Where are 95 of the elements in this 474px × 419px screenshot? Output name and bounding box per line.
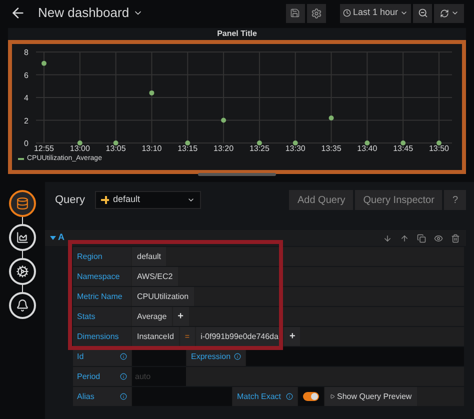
x-tick-label: 12:55 xyxy=(34,144,54,152)
panel-title: Panel Title xyxy=(216,28,258,40)
x-tick-label: 13:50 xyxy=(428,144,450,152)
arrow-up-icon xyxy=(400,234,409,242)
caret-icon xyxy=(450,9,458,17)
caret-icon xyxy=(400,9,408,17)
resize-handle[interactable] xyxy=(198,173,276,176)
data-point xyxy=(77,140,82,146)
info-icon xyxy=(286,393,293,400)
database-icon xyxy=(16,197,29,210)
settings-icon xyxy=(310,8,322,18)
settings-tab[interactable] xyxy=(9,258,36,285)
info-icon xyxy=(234,353,241,360)
expression-input[interactable] xyxy=(246,347,464,366)
data-point xyxy=(221,118,226,123)
alert-tab[interactable] xyxy=(9,292,36,319)
datasource-icon xyxy=(100,196,109,204)
field-label: Period xyxy=(73,367,131,386)
y-tick-label: 8 xyxy=(24,48,28,57)
segment-value[interactable]: CPUUtilization xyxy=(132,287,194,306)
zoom-out-button[interactable] xyxy=(413,4,432,22)
query-toolbar-button[interactable]: Add Query xyxy=(289,190,354,210)
data-point xyxy=(42,60,46,66)
period-input[interactable]: auto xyxy=(132,367,186,386)
id-input[interactable] xyxy=(132,347,186,366)
settings-button[interactable] xyxy=(306,4,326,22)
chart-tab[interactable] xyxy=(9,224,36,251)
legend-swatch xyxy=(18,158,24,160)
refresh-button[interactable] xyxy=(434,4,464,22)
segment-value[interactable]: default xyxy=(132,247,166,266)
x-tick-label: 13:20 xyxy=(214,144,234,152)
x-tick-label: 13:15 xyxy=(178,144,198,152)
x-tick-label: 13:25 xyxy=(249,144,270,152)
eye-icon xyxy=(434,234,443,242)
data-point xyxy=(292,140,298,146)
caret-icon xyxy=(186,196,195,204)
refresh-icon xyxy=(440,8,448,18)
operator-segment[interactable]: = xyxy=(180,327,195,346)
database-tab[interactable] xyxy=(9,190,36,217)
copy-icon xyxy=(417,234,426,242)
segment-value[interactable]: Average xyxy=(132,307,172,326)
dashboard-title[interactable]: New dashboard xyxy=(38,3,144,23)
area-chart-icon xyxy=(16,231,29,244)
x-tick-label: 13:45 xyxy=(393,144,414,152)
y-tick-label: 0 xyxy=(24,139,28,148)
info-icon xyxy=(120,373,127,380)
y-tick-label: 6 xyxy=(24,70,28,80)
save-button[interactable] xyxy=(286,4,305,22)
field-label: Stats xyxy=(73,307,131,326)
field-label: Match Exact xyxy=(233,387,297,406)
y-tick-label: 4 xyxy=(24,94,28,102)
info-icon xyxy=(120,393,127,400)
add-segment-button[interactable]: + xyxy=(172,307,188,326)
field-label: Metric Name xyxy=(73,287,131,306)
show-query-preview-button[interactable]: Show Query Preview xyxy=(325,387,417,406)
datasource-select[interactable]: default xyxy=(94,191,201,209)
data-point xyxy=(400,140,406,146)
info-icon xyxy=(120,353,127,360)
query-name: A xyxy=(58,231,64,244)
bell-icon xyxy=(16,299,29,312)
y-tick-label: 2 xyxy=(24,116,28,126)
x-tick-label: 13:30 xyxy=(285,144,306,152)
save-icon xyxy=(290,8,300,18)
arrow-down-icon xyxy=(383,234,392,242)
field-label: Namespace xyxy=(73,267,131,286)
x-tick-label: 13:10 xyxy=(142,144,162,152)
x-tick-label: 13:40 xyxy=(357,144,378,152)
segment-value[interactable]: AWS/EC2 xyxy=(132,267,178,286)
time-range-picker[interactable]: Last 1 hour xyxy=(340,4,411,22)
data-point xyxy=(364,140,370,146)
cog-icon xyxy=(16,265,29,278)
query-toolbar-button[interactable]: Query Inspector xyxy=(355,190,442,210)
back-button[interactable] xyxy=(10,5,26,21)
x-tick-label: 13:00 xyxy=(70,144,90,152)
data-point xyxy=(185,140,190,146)
collapse-caret-icon[interactable] xyxy=(50,235,56,241)
segment-value[interactable]: InstanceId xyxy=(132,327,179,346)
data-point xyxy=(149,90,154,96)
field-label: Dimensions xyxy=(73,327,131,346)
data-point xyxy=(328,115,334,120)
query-label: Query xyxy=(55,192,85,208)
clock-icon xyxy=(342,9,351,17)
match-exact-toggle[interactable] xyxy=(303,392,319,401)
trash-icon xyxy=(451,234,460,242)
x-tick-label: 13:35 xyxy=(321,144,342,152)
play-icon xyxy=(330,394,335,399)
field-label: Region xyxy=(73,247,131,266)
data-point xyxy=(256,140,262,146)
data-point xyxy=(436,140,442,146)
zoom-out-icon xyxy=(418,8,428,18)
add-segment-button[interactable]: + xyxy=(284,327,300,346)
query-toolbar-button[interactable]: ? xyxy=(444,190,466,210)
data-point xyxy=(113,140,118,146)
field-label: Alias xyxy=(73,387,131,406)
x-tick-label: 13:05 xyxy=(106,144,126,152)
